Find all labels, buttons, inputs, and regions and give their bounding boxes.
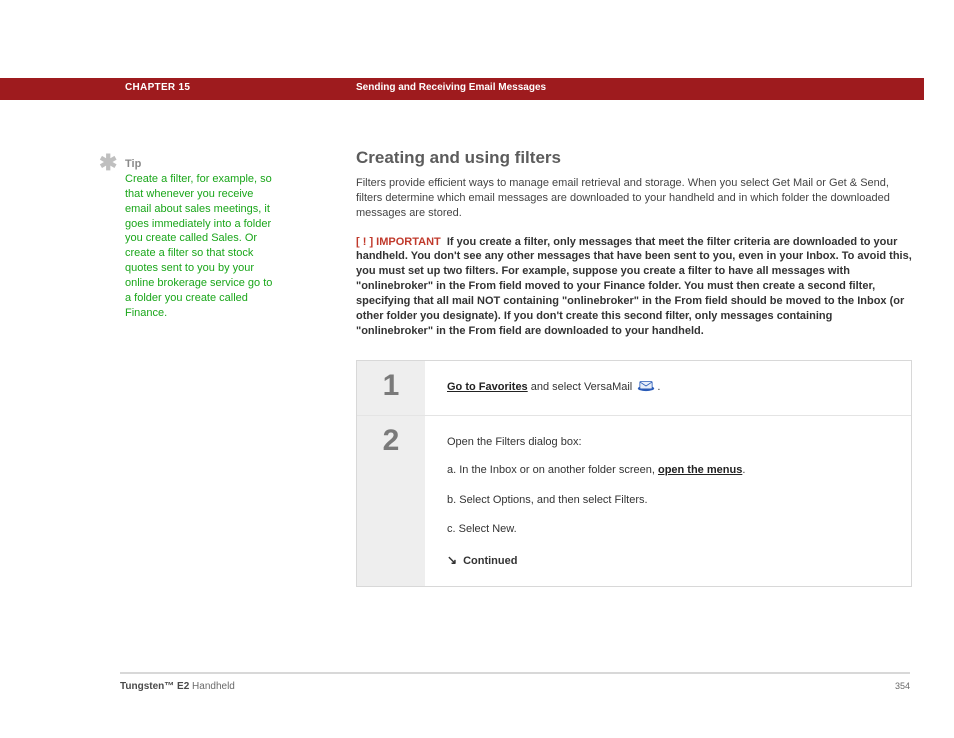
- chapter-title: Sending and Receiving Email Messages: [356, 82, 546, 93]
- step-number-cell: 2: [357, 416, 425, 586]
- step-row-2: 2 Open the Filters dialog box: a. In the…: [357, 415, 911, 586]
- versamail-icon: [637, 380, 655, 392]
- continued-indicator: ↘ Continued: [447, 551, 889, 571]
- step-row-1: 1 Go to Favorites and select VersaMail .: [357, 361, 911, 415]
- step2-lead: Open the Filters dialog box:: [447, 434, 889, 452]
- step-number-cell: 1: [357, 361, 425, 415]
- section-heading: Creating and using filters: [356, 148, 912, 168]
- substep-a-suffix: .: [742, 464, 745, 476]
- chapter-header-bar: CHAPTER 15 Sending and Receiving Email M…: [0, 78, 924, 100]
- substeps: a. In the Inbox or on another folder scr…: [447, 462, 889, 539]
- tip-heading: Tip: [125, 158, 275, 170]
- substep-b: b. Select Options, and then select Filte…: [447, 492, 889, 510]
- chapter-label: CHAPTER 15: [125, 82, 190, 93]
- tip-body: Create a filter, for example, so that wh…: [125, 172, 275, 320]
- tip-sidebar: ✱ Tip Create a filter, for example, so t…: [100, 158, 275, 320]
- page-footer: Tungsten™ E2 Handheld 354: [120, 681, 910, 692]
- substep-c: c. Select New.: [447, 521, 889, 539]
- important-marker: [ ! ]: [356, 236, 373, 248]
- continued-arrow-icon: ↘: [447, 551, 457, 570]
- step-content-2: Open the Filters dialog box: a. In the I…: [425, 416, 911, 586]
- substep-a-prefix: a. In the Inbox or on another folder scr…: [447, 464, 658, 476]
- substep-a: a. In the Inbox or on another folder scr…: [447, 462, 889, 480]
- go-to-favorites-link[interactable]: Go to Favorites: [447, 381, 528, 393]
- important-label: IMPORTANT: [376, 236, 441, 248]
- steps-box: 1 Go to Favorites and select VersaMail .…: [356, 360, 912, 587]
- step-content-1: Go to Favorites and select VersaMail .: [425, 361, 911, 415]
- continued-label: Continued: [463, 555, 517, 567]
- intro-paragraph: Filters provide efficient ways to manage…: [356, 176, 912, 221]
- open-the-menus-link[interactable]: open the menus: [658, 464, 742, 476]
- main-content: Creating and using filters Filters provi…: [356, 148, 912, 587]
- important-block: [ ! ] IMPORTANT If you create a filter, …: [356, 235, 912, 339]
- product-name-bold: Tungsten™ E2: [120, 681, 189, 692]
- step1-rest: and select VersaMail: [528, 381, 636, 393]
- step1-period: .: [657, 381, 660, 393]
- product-name-rest: Handheld: [189, 681, 235, 692]
- page-number: 354: [895, 681, 910, 691]
- footer-rule: [120, 672, 910, 674]
- step-number: 1: [357, 371, 425, 401]
- step-number: 2: [357, 426, 425, 456]
- important-body: If you create a filter, only messages th…: [356, 236, 912, 337]
